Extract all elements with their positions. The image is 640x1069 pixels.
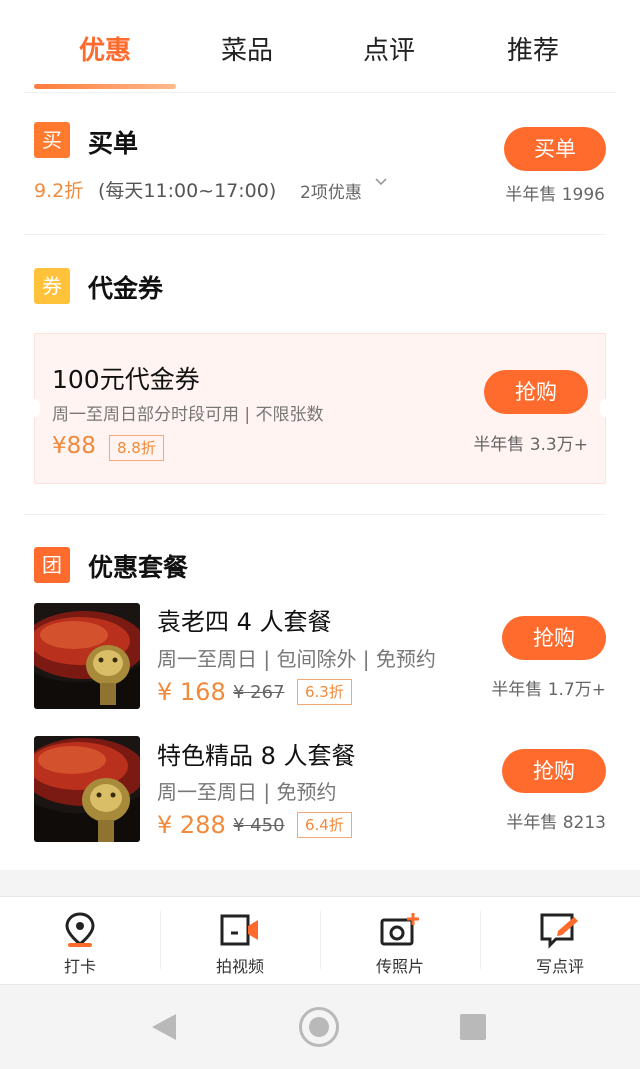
voucher-notch-right xyxy=(600,399,612,417)
action-label: 写点评 xyxy=(535,957,584,976)
buy-sold-count: 半年售 1996 xyxy=(505,185,605,205)
package-icon: 团 xyxy=(34,547,70,583)
tab-reviews[interactable]: 点评 xyxy=(318,30,460,70)
package-sold-count: 半年售 1.7万+ xyxy=(491,680,606,700)
bottom-action-bar: 打卡 拍视频 传照片 写点评 xyxy=(0,896,640,984)
package-price: ¥ 168 xyxy=(157,678,226,706)
video-camera-icon xyxy=(220,914,258,946)
voucher-discount-badge: 8.8折 xyxy=(109,435,164,461)
package-photo[interactable] xyxy=(34,603,140,709)
action-label: 传照片 xyxy=(375,957,424,976)
section-spacer xyxy=(0,870,640,896)
tabs-divider xyxy=(24,92,616,93)
package-discount-badge: 6.3折 xyxy=(297,679,352,705)
tab-dishes[interactable]: 菜品 xyxy=(176,30,318,70)
action-label: 拍视频 xyxy=(215,957,264,976)
voucher-notch-left xyxy=(28,399,40,417)
home-icon[interactable] xyxy=(299,1007,339,1047)
package-discount-badge: 6.4折 xyxy=(297,812,352,838)
voucher-description: 周一至周日部分时段可用 | 不限张数 xyxy=(52,405,324,425)
buy-icon: 买 xyxy=(34,122,70,158)
back-icon[interactable] xyxy=(152,1014,176,1040)
voucher-icon: 券 xyxy=(34,268,70,304)
tab-deals[interactable]: 优惠 xyxy=(34,30,176,70)
package-description: 周一至周日 | 免预约 xyxy=(157,780,337,804)
write-review-action[interactable]: 写点评 xyxy=(480,897,640,985)
recent-apps-icon[interactable] xyxy=(460,1014,486,1040)
buy-section-title: 买单 xyxy=(88,129,139,158)
action-label: 打卡 xyxy=(63,957,96,976)
package-sold-count: 半年售 8213 xyxy=(506,813,606,833)
upload-photo-action[interactable]: 传照片 xyxy=(320,897,480,985)
shoot-video-action[interactable]: 拍视频 xyxy=(160,897,320,985)
voucher-price: ¥88 xyxy=(52,433,96,459)
write-review-icon xyxy=(540,913,578,949)
voucher-section-title: 代金券 xyxy=(88,274,164,303)
voucher-grab-button[interactable]: 抢购 xyxy=(484,370,588,414)
buy-hours: (每天11:00~17:00) xyxy=(98,180,277,202)
package-grab-button[interactable]: 抢购 xyxy=(502,616,606,660)
package-original-price: ¥ 267 xyxy=(233,682,285,703)
package-price: ¥ 288 xyxy=(157,811,226,839)
package-section-title: 优惠套餐 xyxy=(88,553,189,582)
section-divider xyxy=(24,234,606,235)
photo-camera-icon xyxy=(380,913,419,946)
package-name[interactable]: 特色精品 8 人套餐 xyxy=(157,736,356,771)
promo-count[interactable]: 2项优惠 xyxy=(300,178,362,203)
active-tab-indicator xyxy=(34,84,176,89)
package-original-price: ¥ 450 xyxy=(233,815,285,836)
buy-discount-rate: 9.2折 xyxy=(34,180,84,202)
system-navigation-bar xyxy=(0,984,640,1069)
tab-recommend[interactable]: 推荐 xyxy=(460,30,606,70)
location-pin-icon xyxy=(65,912,95,947)
package-name[interactable]: 袁老四 4 人套餐 xyxy=(157,602,332,637)
package-grab-button[interactable]: 抢购 xyxy=(502,749,606,793)
buy-button[interactable]: 买单 xyxy=(504,127,606,171)
top-tab-bar: 优惠 菜品 点评 推荐 xyxy=(0,0,640,92)
merchant-deals-page: 优惠 菜品 点评 推荐 买 买单 9.2折 (每天11:00~17:00) 2项… xyxy=(0,0,640,1069)
package-photo[interactable] xyxy=(34,736,140,842)
check-in-action[interactable]: 打卡 xyxy=(0,897,160,985)
section-divider xyxy=(24,514,606,515)
voucher-title: 100元代金券 xyxy=(52,365,200,394)
chevron-down-icon[interactable] xyxy=(373,174,389,190)
package-description: 周一至周日 | 包间除外 | 免预约 xyxy=(157,647,436,671)
voucher-sold-count: 半年售 3.3万+ xyxy=(473,435,588,455)
